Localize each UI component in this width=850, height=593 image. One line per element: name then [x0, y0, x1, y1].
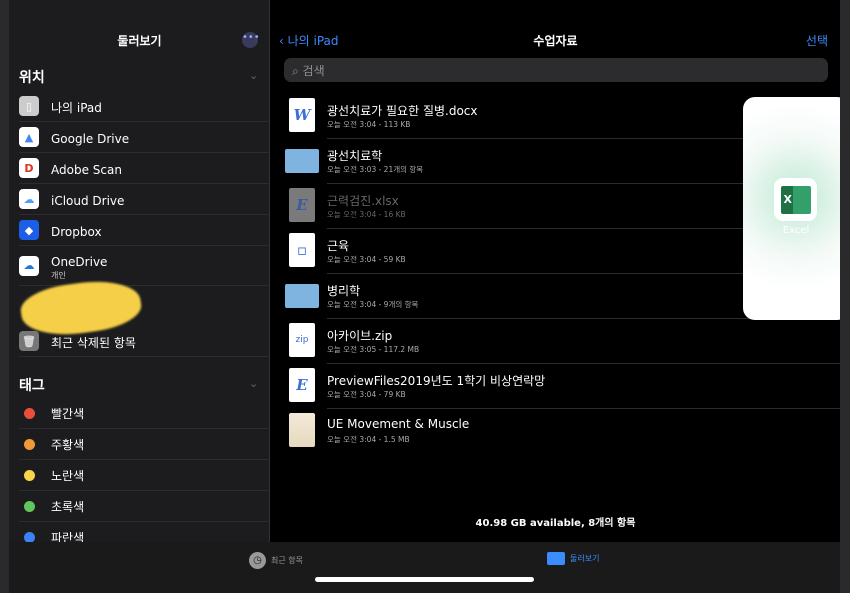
folder-title: 수업자료: [533, 34, 578, 48]
more-icon[interactable]: •••: [242, 32, 260, 48]
chevron-down-icon[interactable]: ⌄: [249, 377, 258, 390]
excel-app-icon[interactable]: X: [774, 178, 817, 221]
tag-color-dot-icon: [24, 500, 35, 512]
sidebar-tag-item[interactable]: 노란색: [19, 460, 270, 491]
storage-status: 40.98 GB available, 8개의 항목: [475, 518, 636, 529]
folder-icon: [285, 284, 319, 308]
file-name: 병리학: [327, 284, 361, 298]
file-meta: 오늘 오전 3:03 - 21개의 항목: [327, 165, 424, 174]
sidebar-tag-item[interactable]: 빨간색: [19, 398, 270, 429]
excel-glyph: X: [780, 185, 811, 214]
location-label: Google Drive: [51, 131, 130, 146]
sidebar-location-item[interactable]: ◆ Dropbox: [19, 215, 270, 246]
tab-browse[interactable]: 둘러보기: [547, 552, 599, 565]
file-meta: 오늘 오전 3:04 - 79 KB: [327, 390, 406, 399]
tag-label: 주황색: [51, 437, 85, 452]
chevron-down-icon[interactable]: ⌄: [249, 69, 258, 82]
file-icon: E: [289, 188, 315, 222]
adobe-scan-icon: D: [19, 158, 39, 178]
file-name: 아카이브.zip: [327, 329, 393, 343]
trash-icon: 🗑: [19, 331, 39, 351]
file-row[interactable]: E PreviewFiles2019년도 1학기 비상연락망오늘 오전 3:04 …: [285, 364, 840, 409]
location-label: Dropbox: [51, 224, 102, 239]
file-icon: [289, 413, 315, 447]
sidebar-location-item[interactable]: ☁ iCloud Drive: [19, 184, 270, 215]
file-name: PreviewFiles2019년도 1학기 비상연락망: [327, 374, 546, 388]
tag-label: 노란색: [51, 468, 85, 483]
excel-label: Excel: [782, 225, 810, 236]
file-icon: E: [289, 368, 315, 402]
tag-color-dot-icon: [24, 531, 35, 543]
file-meta: 오늘 오전 3:04 - 59 KB: [327, 255, 406, 264]
location-label: iCloud Drive: [51, 193, 125, 208]
tab-bar: ◷ 최근 항목 둘러보기: [9, 542, 840, 593]
file-meta: 오늘 오전 3:04 - 16 KB: [327, 210, 406, 219]
excel-slide-over[interactable]: X Excel: [743, 97, 840, 320]
sidebar-location-item[interactable]: ☁ OneDrive 개인: [19, 246, 270, 286]
tag-color-dot-icon: [24, 438, 35, 450]
location-label: 나의 iPad: [51, 100, 102, 115]
search-placeholder: 검색: [302, 64, 325, 78]
google-drive-icon: ▲: [19, 127, 39, 147]
file-meta: 오늘 오전 3:04 - 113 KB: [327, 120, 411, 129]
file-name: 광선치료학: [327, 149, 383, 163]
search-input[interactable]: ⌕ 검색: [284, 58, 828, 82]
home-indicator[interactable]: [315, 577, 534, 582]
folder-icon: [285, 149, 319, 173]
file-name: UE Movement & Muscle: [327, 417, 470, 431]
tab-recent-label: 최근 항목: [271, 556, 303, 565]
tab-browse-label: 둘러보기: [570, 554, 600, 563]
file-meta: 오늘 오전 3:04 - 9개의 항목: [327, 300, 419, 309]
file-row[interactable]: UE Movement & Muscle 오늘 오전 3:04 - 1.5 MB: [285, 409, 840, 454]
file-icon: zip: [289, 323, 315, 357]
tag-label: 초록색: [51, 499, 85, 514]
file-icon: W: [289, 98, 315, 132]
locations-header[interactable]: 위치: [19, 67, 45, 87]
sidebar-location-item[interactable]: D Adobe Scan: [19, 153, 270, 184]
sidebar-location-item[interactable]: ▲ Google Drive: [19, 122, 270, 153]
sidebar-title: 둘러보기: [117, 34, 162, 48]
select-button[interactable]: 선택: [806, 32, 828, 49]
location-label: Adobe Scan: [51, 162, 122, 177]
search-icon: ⌕: [292, 64, 303, 78]
file-icon: ▫: [289, 233, 315, 267]
file-name: 광선치료가 필요한 질병.docx: [327, 104, 478, 118]
tags-header[interactable]: 태그: [19, 375, 45, 395]
location-label: 최근 삭제된 항목: [51, 335, 136, 350]
location-sublabel: 개인: [51, 270, 66, 280]
tag-label: 빨간색: [51, 406, 85, 421]
clock-icon: ◷: [249, 552, 266, 569]
ipad-screen: 둘러보기 ••• 위치 ⌄ ▯ 나의 iPad ▲ Google Drive D Adob…: [9, 0, 840, 593]
location-label: OneDrive: [51, 254, 108, 269]
file-row[interactable]: zip 아카이브.zip 오늘 오전 3:05 - 117.2 MB: [285, 319, 840, 364]
folder-icon: [547, 552, 565, 565]
sidebar-tag-item[interactable]: 초록색: [19, 491, 270, 522]
tag-color-dot-icon: [24, 407, 35, 419]
file-meta: 오늘 오전 3:04 - 1.5 MB: [327, 435, 410, 444]
tag-color-dot-icon: [24, 469, 35, 481]
sidebar-location-item[interactable]: ▯ 나의 iPad: [19, 91, 270, 122]
tab-recent[interactable]: ◷ 최근 항목: [249, 552, 303, 569]
icloud-icon: ☁: [19, 189, 39, 209]
file-name: 근력검진.xlsx: [327, 194, 399, 208]
sidebar: 둘러보기 ••• 위치 ⌄ ▯ 나의 iPad ▲ Google Drive D Adob…: [9, 0, 270, 553]
onedrive-icon: ☁: [19, 255, 39, 276]
file-name: 근육: [327, 239, 350, 253]
file-meta: 오늘 오전 3:05 - 117.2 MB: [327, 345, 420, 354]
dropbox-icon: ◆: [19, 220, 39, 240]
sidebar-tag-item[interactable]: 주황색: [19, 429, 270, 460]
ipad-icon: ▯: [19, 96, 39, 116]
